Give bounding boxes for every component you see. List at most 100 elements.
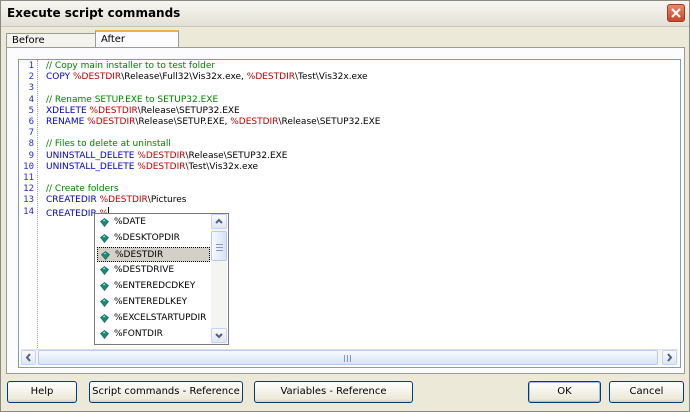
autocomplete-item[interactable]: %ENTEREDLKEY <box>97 295 210 310</box>
variable-gem-icon <box>100 234 109 243</box>
autocomplete-item[interactable]: %DESTDRIVE <box>97 263 210 278</box>
chevron-left-icon <box>25 353 31 362</box>
variable-gem-icon <box>100 314 109 323</box>
dialog-window: Execute script commands Before installat… <box>0 0 690 412</box>
code-token: %DESTDIR <box>99 195 148 206</box>
autocomplete-item[interactable]: %DESTDIR <box>97 247 210 262</box>
line-number: 14 <box>23 206 34 217</box>
code-token: XDELETE <box>46 105 90 116</box>
help-button-label: Help <box>30 386 54 397</box>
variable-gem-icon <box>100 330 109 339</box>
tab-panel: 1 2 3 4 5 6 7 8 9 10 11 12 13 14 // Copy main install… <box>6 47 685 374</box>
line-number: 5 <box>28 105 34 116</box>
title-bar: Execute script commands <box>1 1 689 27</box>
autocomplete-item[interactable]: %DATE <box>97 215 210 230</box>
variable-gem-icon <box>100 298 109 307</box>
line-number: 11 <box>23 173 34 183</box>
variable-gem-icon <box>100 266 109 275</box>
horizontal-scrollbar[interactable] <box>21 349 678 365</box>
code-token: %DESTDIR <box>137 161 186 172</box>
autocomplete-item-label: %DESTDIR <box>115 250 164 260</box>
code-token: \Release\SETUP32.EXE <box>278 117 381 127</box>
code-token: \Test\Vis32x.exe <box>294 72 368 83</box>
code-line: UNINSTALL_DELETE %DESTDIR\Test\Vis32x.ex… <box>46 162 258 172</box>
popup-scroll-up-button[interactable] <box>211 214 227 229</box>
autocomplete-item[interactable]: %ENTEREDCDKEY <box>97 279 210 294</box>
popup-vertical-scrollbar[interactable] <box>211 214 227 344</box>
autocomplete-item-label: %EXCELSTARTUPDIR <box>114 313 207 323</box>
code-token: \Test\Vis32x.exe <box>185 161 259 172</box>
line-number: 7 <box>28 128 34 139</box>
autocomplete-popup[interactable]: %DATE %DESKTOPDIR %DESTDIR %DESTDRIVE %ENTER… <box>94 213 229 345</box>
code-line: // Create folders <box>46 184 119 194</box>
code-token: // Files to delete at uninstall <box>46 139 171 150</box>
code-line: // Files to delete at uninstall <box>46 139 171 149</box>
ok-button[interactable]: OK <box>528 381 601 403</box>
code-token: %DESTDIR <box>89 105 138 116</box>
code-token: COPY <box>46 72 73 83</box>
line-number: 4 <box>28 94 34 105</box>
autocomplete-item[interactable]: %FONTDIR <box>97 327 210 342</box>
line-number: 12 <box>23 184 34 195</box>
script-commands-reference-label: Script commands - Reference <box>92 386 240 397</box>
popup-scroll-down-button[interactable] <box>211 328 227 343</box>
line-number: 2 <box>28 72 34 83</box>
code-token: // Rename SETUP.EXE to SETUP32.EXE <box>46 94 219 105</box>
help-button[interactable]: Help <box>7 381 77 403</box>
autocomplete-item[interactable]: %EXCELSTARTUPDIR <box>97 311 210 326</box>
chevron-up-icon <box>215 218 223 224</box>
script-editor[interactable]: 1 2 3 4 5 6 7 8 9 10 11 12 13 14 // Copy main install… <box>18 59 681 368</box>
line-number: 8 <box>28 139 34 150</box>
chevron-right-icon <box>667 353 673 362</box>
variables-reference-label: Variables - Reference <box>280 386 387 397</box>
scroll-left-button[interactable] <box>21 350 36 365</box>
line-number: 10 <box>23 161 34 172</box>
line-number: 13 <box>23 195 34 206</box>
line-number: 1 <box>28 61 34 71</box>
script-commands-reference-button[interactable]: Script commands - Reference <box>89 381 243 403</box>
line-number: 3 <box>28 83 34 94</box>
line-number-gutter: 1 2 3 4 5 6 7 8 9 10 11 12 13 14 <box>19 60 38 350</box>
code-line: // Copy main installer to to test folder <box>46 61 215 71</box>
code-token: %DESTDIR <box>246 72 295 83</box>
code-token: \Release\SETUP32.EXE <box>137 105 240 116</box>
autocomplete-item-label: %DESKTOPDIR <box>114 233 180 243</box>
code-token: CREATEDIR <box>46 208 100 219</box>
scroll-right-button[interactable] <box>662 350 677 365</box>
code-token: %DESTDIR <box>137 150 186 161</box>
variables-reference-button[interactable]: Variables - Reference <box>254 381 413 403</box>
autocomplete-item-label: %ENTEREDLKEY <box>114 297 188 307</box>
close-icon <box>671 8 681 18</box>
code-token: RENAME <box>46 117 88 127</box>
code-token: \Release\Full32\Vis32x.exe, <box>121 72 247 83</box>
code-line: UNINSTALL_DELETE %DESTDIR\Release\SETUP3… <box>46 151 287 161</box>
chevron-down-icon <box>215 333 223 339</box>
tab-before-installation[interactable]: Before installation <box>6 33 100 60</box>
cancel-button[interactable]: Cancel <box>609 381 684 403</box>
line-number: 9 <box>28 150 34 161</box>
variable-gem-icon <box>101 251 110 260</box>
code-token: // Copy main installer to to test folder <box>46 61 216 71</box>
variable-gem-icon <box>100 282 109 291</box>
code-token: %DESTDIR <box>87 117 136 127</box>
autocomplete-item[interactable]: %DESKTOPDIR <box>97 231 210 246</box>
code-token: UNINSTALL_DELETE <box>46 150 138 161</box>
cancel-button-label: Cancel <box>629 386 664 397</box>
line-number: 6 <box>28 117 34 127</box>
autocomplete-item-label: %DATE <box>114 217 146 227</box>
variable-gem-icon <box>100 218 109 227</box>
autocomplete-item-label: %DESTDRIVE <box>114 265 175 275</box>
code-token: CREATEDIR <box>46 195 100 206</box>
autocomplete-item-label: %ENTEREDCDKEY <box>114 281 196 291</box>
autocomplete-item-label: %FONTDIR <box>114 329 163 339</box>
horizontal-scroll-thumb[interactable] <box>38 350 658 365</box>
code-token: \Release\SETUP32.EXE <box>185 150 288 161</box>
code-token: UNINSTALL_DELETE <box>46 161 138 172</box>
close-button[interactable] <box>667 4 685 22</box>
code-token: %DESTDIR <box>230 117 279 127</box>
code-token: // Create folders <box>46 184 119 195</box>
popup-scroll-thumb[interactable] <box>211 231 227 261</box>
code-line: RENAME %DESTDIR\Release\SETUP.EXE, %DEST… <box>46 117 380 127</box>
code-token: \Release\SETUP.EXE, <box>135 117 231 127</box>
window-title: Execute script commands <box>7 6 181 20</box>
